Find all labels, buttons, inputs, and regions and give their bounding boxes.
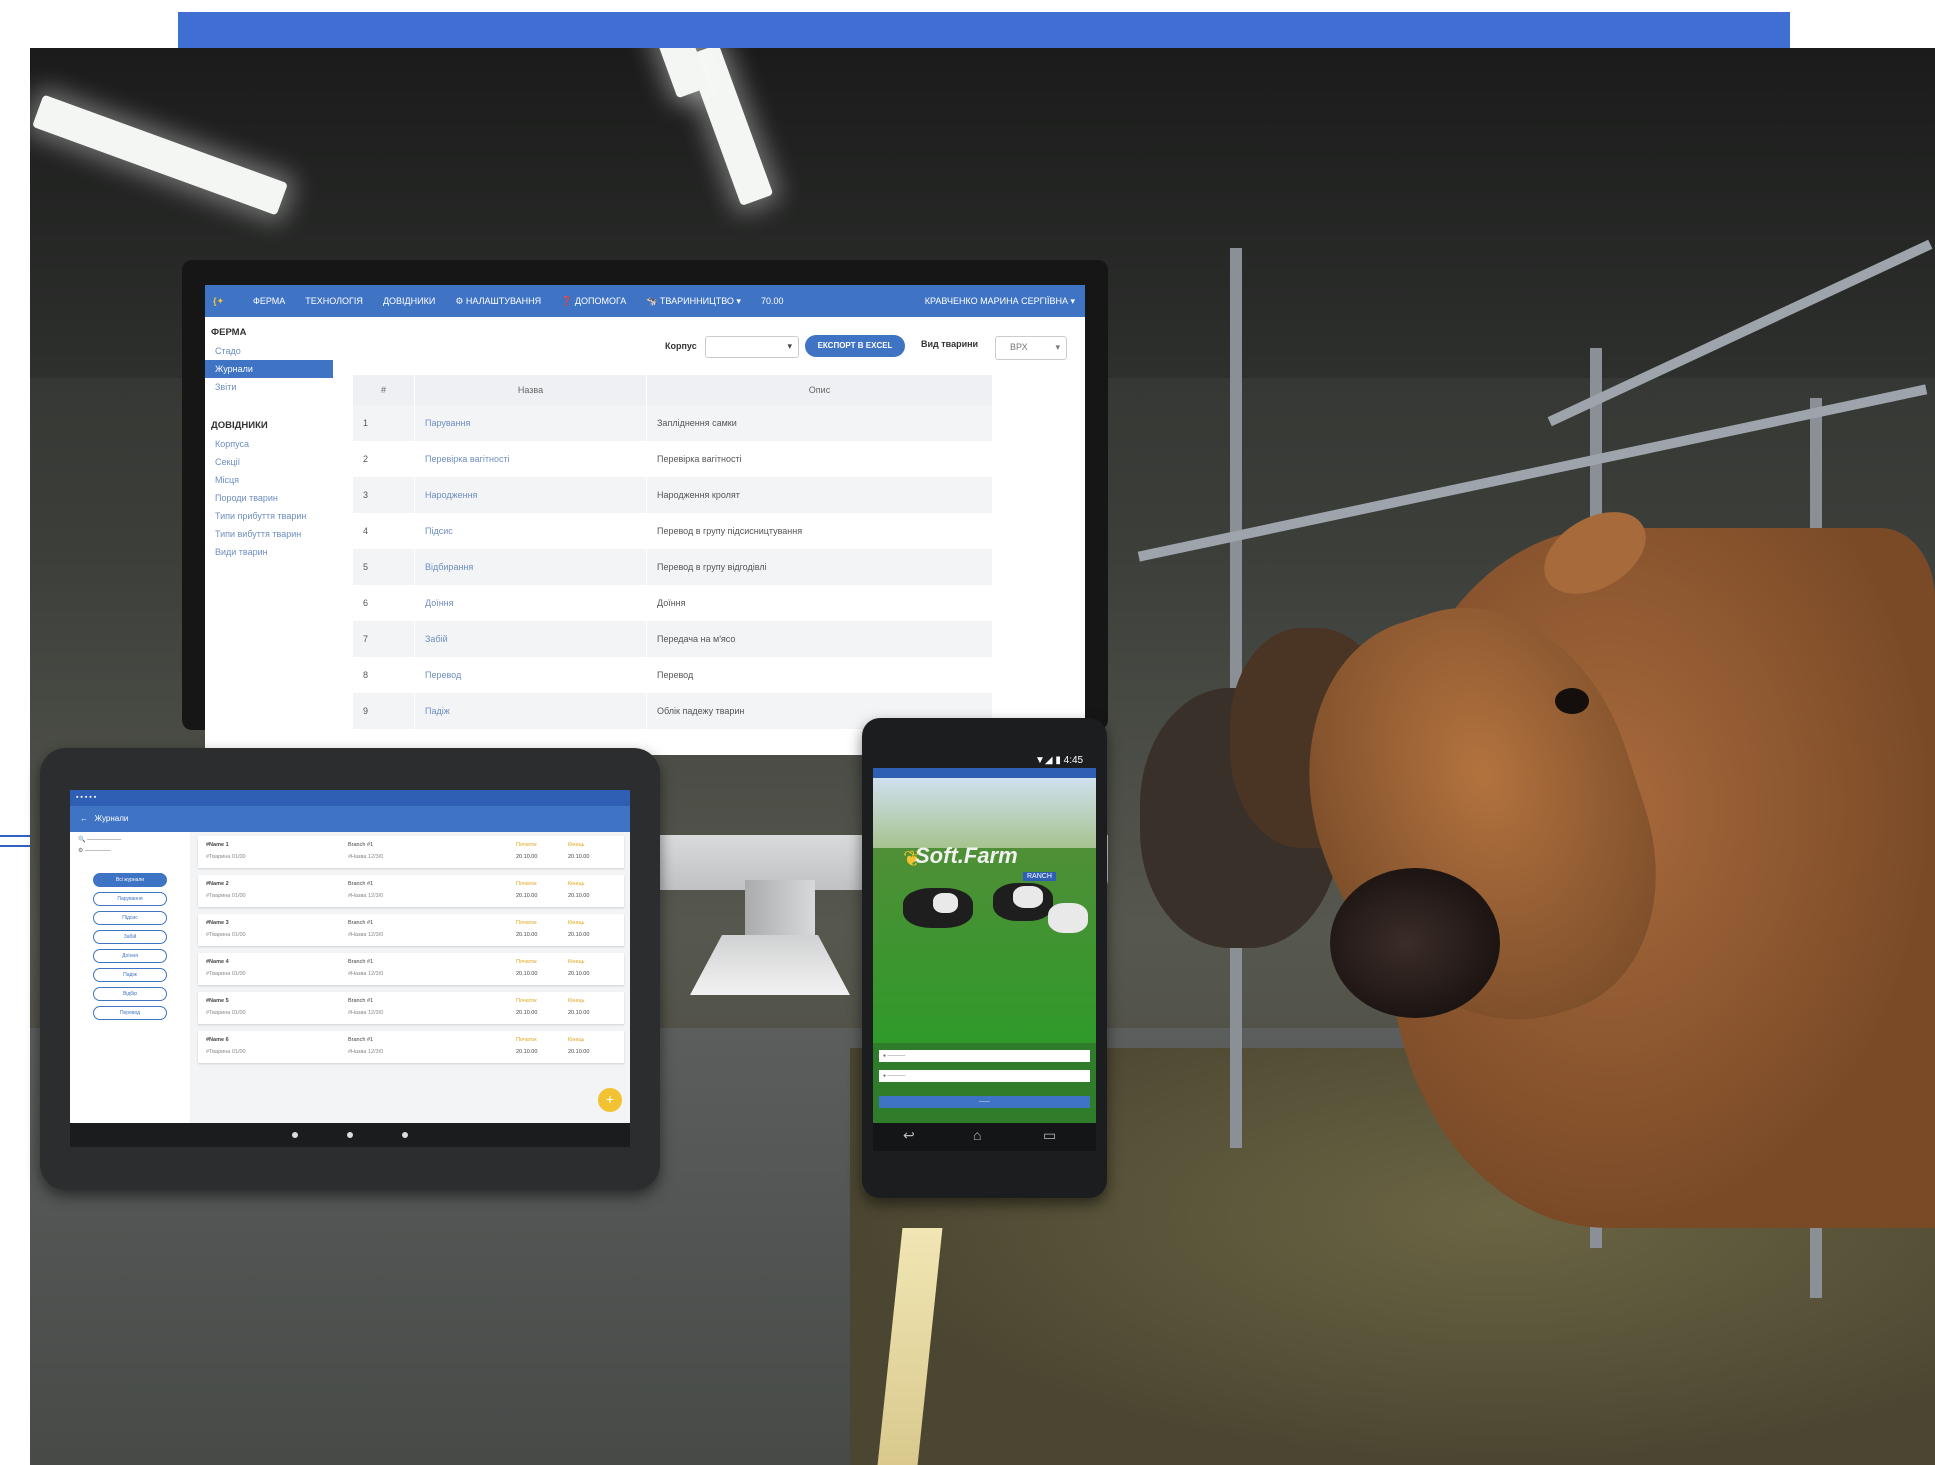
tablet-filter-pill[interactable]: Всі журнали bbox=[93, 873, 167, 887]
home-icon[interactable]: ⌂ bbox=[973, 1127, 981, 1143]
nav-dot-icon[interactable] bbox=[402, 1132, 408, 1138]
phone-nav-bar: ↩ ⌂ ▭ bbox=[873, 1123, 1096, 1151]
table-row[interactable]: 1 Парування Запліднення самки bbox=[353, 405, 993, 441]
tablet-filter-pill[interactable]: Підсис bbox=[93, 911, 167, 925]
desktop-app-screen: {✦ ФЕРМА ТЕХНОЛОГІЯ ДОВІДНИКИ ⚙ НАЛАШТУВ… bbox=[205, 285, 1085, 755]
species-select[interactable]: ВРХ bbox=[995, 336, 1067, 360]
sidebar-item-arrival-types[interactable]: Типи прибуття тварин bbox=[205, 507, 333, 525]
tablet-app-bar: ← Журнали bbox=[70, 806, 630, 832]
col-name[interactable]: Назва bbox=[414, 375, 647, 405]
tablet-journal-list: #Name 1 #Тварина 01/00 Branch #1 #Назва 12… bbox=[198, 836, 624, 1070]
table-row[interactable]: 5 Відбирання Перевод в групу відгодівлі bbox=[353, 549, 993, 585]
tablet-filter-pill[interactable]: Забій bbox=[93, 930, 167, 944]
nav-help[interactable]: ❓ ДОПОМОГА bbox=[551, 296, 636, 307]
back-arrow-icon[interactable]: ← bbox=[80, 814, 88, 823]
filter-icon[interactable]: ⚙ ────── bbox=[78, 847, 182, 854]
tablet-title: Журнали bbox=[94, 814, 129, 823]
tablet-filter-pill[interactable]: Відбір bbox=[93, 987, 167, 1001]
login-field[interactable]: ● ───── bbox=[879, 1050, 1090, 1062]
tablet-sidebar: 🔍 ──────── ⚙ ────── Всі журнали Паруванн… bbox=[70, 832, 190, 1123]
sidebar-item-departure-types[interactable]: Типи вибуття тварин bbox=[205, 525, 333, 543]
col-description[interactable]: Опис bbox=[646, 375, 993, 405]
sidebar-item-herd[interactable]: Стадо bbox=[205, 342, 333, 360]
journals-table: # Назва Опис 1 Парування Запліднення самки… bbox=[353, 375, 993, 729]
monitor-stand bbox=[745, 880, 815, 940]
list-item[interactable]: #Name 4 #Тварина 01/00 Branch #1 #Назва 12… bbox=[198, 953, 624, 985]
search-icon[interactable]: 🔍 ──────── bbox=[78, 836, 182, 843]
sidebar-section-farm: ФЕРМА bbox=[211, 327, 247, 338]
filter-bar: Корпус ЕКСПОРТ В EXCEL Вид тварини ВРХ bbox=[345, 331, 1085, 361]
soft-farm-logo: Soft.Farm bbox=[915, 843, 1018, 868]
table-row[interactable]: 7 Забій Передача на м'ясо bbox=[353, 621, 993, 657]
col-number[interactable]: # bbox=[353, 375, 415, 405]
nav-references[interactable]: ДОВІДНИКИ bbox=[373, 296, 445, 306]
login-button[interactable]: ─── bbox=[879, 1096, 1090, 1108]
recent-apps-icon[interactable]: ▭ bbox=[1043, 1127, 1056, 1144]
nav-dot-icon[interactable] bbox=[347, 1132, 353, 1138]
sidebar-item-breeds[interactable]: Породи тварин bbox=[205, 489, 333, 507]
tablet-app-screen: ▪ ▪ ▪ ▪ ▪ ← Журнали 🔍 ──────── ⚙ ────── … bbox=[70, 790, 630, 1123]
main-content: Корпус ЕКСПОРТ В EXCEL Вид тварини ВРХ #… bbox=[345, 317, 1085, 755]
cow-image bbox=[1048, 903, 1088, 933]
app-logo-icon: {✦ bbox=[213, 295, 225, 306]
nav-settings[interactable]: ⚙ НАЛАШТУВАННЯ bbox=[445, 296, 551, 307]
sidebar-item-journals[interactable]: Журнали bbox=[205, 360, 333, 378]
balance: 70.00 bbox=[760, 296, 784, 306]
table-row[interactable]: 8 Перевод Перевод bbox=[353, 657, 993, 693]
ranch-badge: RANCH bbox=[1023, 872, 1056, 881]
sidebar-item-sections[interactable]: Секції bbox=[205, 453, 333, 471]
sidebar-item-places[interactable]: Місця bbox=[205, 471, 333, 489]
table-row[interactable]: 2 Перевірка вагітності Перевірка вагітност… bbox=[353, 441, 993, 477]
list-item[interactable]: #Name 1 #Тварина 01/00 Branch #1 #Назва 12… bbox=[198, 836, 624, 868]
building-select[interactable] bbox=[705, 336, 799, 358]
sidebar-item-reports[interactable]: Звіти bbox=[205, 378, 333, 396]
tablet-filter-pill[interactable]: Парування bbox=[93, 892, 167, 906]
add-fab-button[interactable]: + bbox=[598, 1088, 622, 1112]
species-label: Вид тварини bbox=[921, 339, 979, 349]
sidebar-item-buildings[interactable]: Корпуса bbox=[205, 435, 333, 453]
table-row[interactable]: 6 Доїння Доїння bbox=[353, 585, 993, 621]
tablet-filter-pill[interactable]: Перевод bbox=[93, 1006, 167, 1020]
top-accent-bar bbox=[178, 12, 1790, 50]
password-field[interactable]: ● ───── bbox=[879, 1070, 1090, 1082]
nav-livestock[interactable]: 🐄 ТВАРИННИЦТВО ▾ bbox=[636, 296, 751, 307]
nav-farm[interactable]: ФЕРМА bbox=[243, 296, 295, 306]
export-excel-button[interactable]: ЕКСПОРТ В EXCEL bbox=[805, 335, 905, 357]
sidebar-section-references: ДОВІДНИКИ bbox=[211, 420, 268, 431]
list-item[interactable]: #Name 3 #Тварина 01/00 Branch #1 #Назва 12… bbox=[198, 914, 624, 946]
list-item[interactable]: #Name 5 #Тварина 01/00 Branch #1 #Назва 12… bbox=[198, 992, 624, 1024]
phone-status-clock: ▼◢ ▮ 4:45 bbox=[1035, 755, 1084, 766]
tablet-filter-pill[interactable]: Падіж bbox=[93, 968, 167, 982]
tablet-status-bar: ▪ ▪ ▪ ▪ ▪ bbox=[70, 790, 630, 806]
sidebar-item-species[interactable]: Види тварин bbox=[205, 543, 333, 561]
list-item[interactable]: #Name 6 #Тварина 01/00 Branch #1 #Назва 12… bbox=[198, 1031, 624, 1063]
tablet-filter-pill[interactable]: Доїння bbox=[93, 949, 167, 963]
phone-status-bar bbox=[873, 768, 1096, 778]
nav-technology[interactable]: ТЕХНОЛОГІЯ bbox=[295, 296, 373, 306]
user-menu[interactable]: КРАВЧЕНКО МАРИНА СЕРГІЇВНА ▾ bbox=[915, 296, 1085, 307]
phone-app-screen: ❦ Soft.Farm RANCH ● ───── ● ───── ─── bbox=[873, 768, 1096, 1123]
table-row[interactable]: 3 Народження Народження кролят bbox=[353, 477, 993, 513]
list-item[interactable]: #Name 2 #Тварина 01/00 Branch #1 #Назва 12… bbox=[198, 875, 624, 907]
back-icon[interactable]: ↩ bbox=[903, 1127, 915, 1144]
table-row[interactable]: 4 Підсис Перевод в групу підсисництування bbox=[353, 513, 993, 549]
building-label: Корпус bbox=[665, 341, 697, 351]
top-nav: {✦ ФЕРМА ТЕХНОЛОГІЯ ДОВІДНИКИ ⚙ НАЛАШТУВ… bbox=[205, 285, 1085, 317]
sidebar: ФЕРМА Стадо Журнали Звіти ДОВІДНИКИ Корп… bbox=[205, 317, 333, 755]
nav-dot-icon[interactable] bbox=[292, 1132, 298, 1138]
